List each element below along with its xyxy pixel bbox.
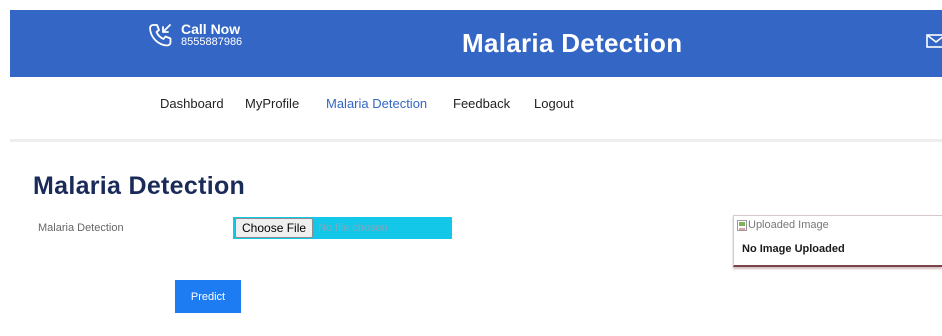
nav-left-strip	[10, 77, 147, 104]
call-now-contact[interactable]: Call Now 8555887986	[147, 22, 242, 48]
predict-button[interactable]: Predict	[175, 280, 241, 313]
image-alt-text: Uploaded Image	[748, 219, 829, 231]
nav-item-feedback[interactable]: Feedback	[453, 96, 510, 111]
uploaded-image: Uploaded Image	[737, 219, 829, 231]
phone-incoming-icon	[149, 24, 172, 47]
image-preview-card: Uploaded Image No Image Uploaded	[733, 215, 942, 267]
no-image-status: No Image Uploaded	[742, 243, 845, 255]
broken-image-icon	[737, 219, 747, 231]
main-nav: Dashboard MyProfile Malaria Detection Fe…	[147, 77, 942, 129]
nav-item-malaria-detection[interactable]: Malaria Detection	[326, 96, 427, 111]
mail-icon[interactable]	[926, 34, 942, 48]
page-title: Malaria Detection	[33, 172, 246, 200]
call-now-label: Call Now	[181, 21, 241, 37]
nav-item-myprofile[interactable]: MyProfile	[245, 96, 299, 111]
file-upload-input[interactable]: Choose File No file chosen	[233, 217, 452, 239]
nav-divider	[10, 139, 942, 142]
upload-field-label: Malaria Detection	[38, 222, 124, 234]
nav-item-logout[interactable]: Logout	[534, 96, 574, 111]
file-status-text: No file chosen	[318, 222, 388, 234]
header-bar: Call Now 8555887986 Malaria Detection	[10, 10, 942, 77]
site-title: Malaria Detection	[462, 28, 683, 58]
choose-file-button[interactable]: Choose File	[235, 218, 314, 238]
call-phone-number: 8555887986	[181, 35, 243, 48]
nav-item-dashboard[interactable]: Dashboard	[160, 96, 224, 111]
